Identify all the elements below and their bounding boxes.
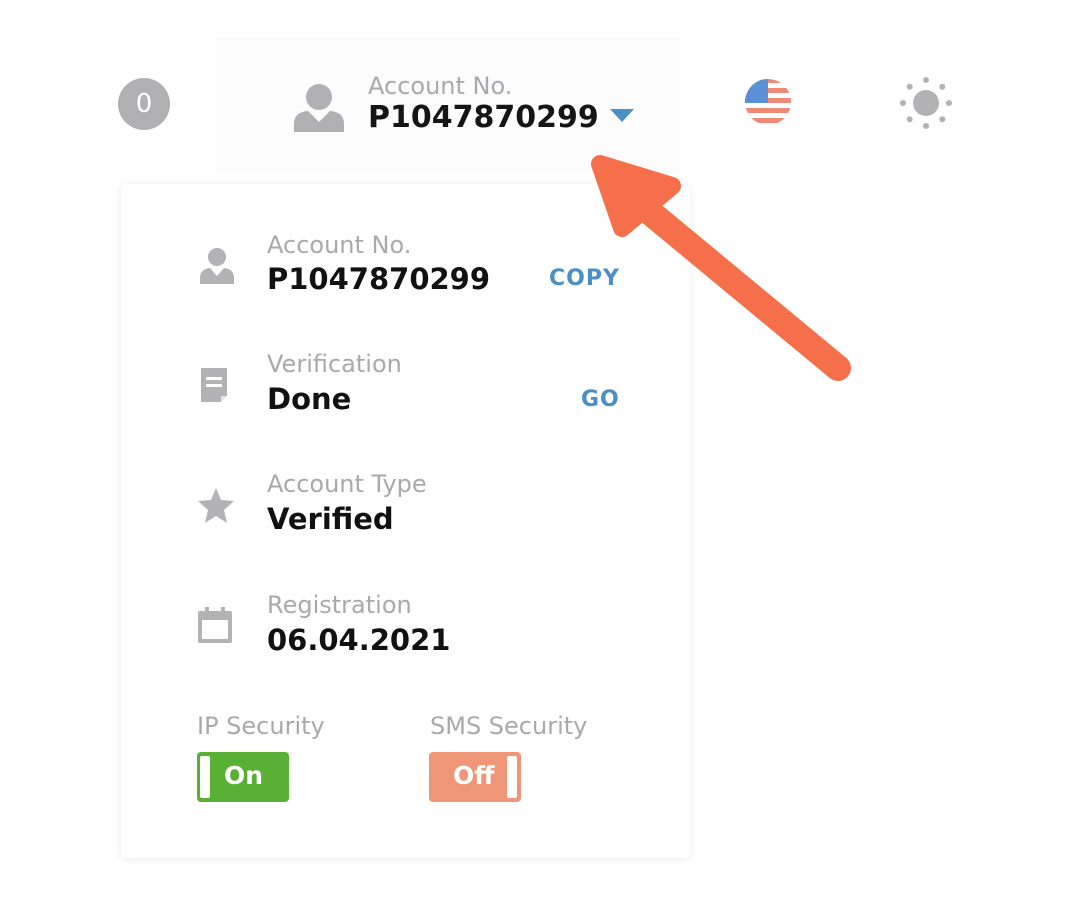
sms-security-label: SMS Security [430,712,588,740]
copy-button[interactable]: COPY [549,266,620,291]
ip-security-state: On [224,761,264,790]
verification-label: Verification [267,350,402,378]
registration-label: Registration [267,591,412,619]
verification-value: Done [267,382,352,416]
registration-value: 06.04.2021 [267,623,451,657]
notification-badge[interactable]: 0 [118,78,170,130]
sms-security-state: Off [453,761,495,790]
account-dropdown: Account No. P1047870299 COPY Verificatio… [121,184,690,858]
account-number-label: Account No. [267,231,412,259]
ip-security-toggle[interactable]: On [197,752,289,802]
go-button[interactable]: GO [581,387,620,412]
sms-security-toggle[interactable]: Off [429,752,521,802]
sun-icon[interactable] [899,76,953,130]
document-icon [201,368,227,402]
account-type-label: Account Type [267,470,427,498]
header-account-label: Account No. [368,72,513,100]
user-icon [200,248,234,284]
caret-down-icon[interactable] [609,108,635,124]
header-account-number[interactable]: P1047870299 [368,100,599,135]
star-icon [198,488,234,523]
toggle-handle [507,756,517,798]
account-type-value: Verified [267,502,394,536]
us-flag-icon[interactable] [744,78,792,126]
ip-security-label: IP Security [197,712,325,740]
calendar-icon [198,607,232,643]
user-icon [294,84,344,132]
toggle-handle [200,756,210,798]
account-number-value: P1047870299 [267,262,491,296]
